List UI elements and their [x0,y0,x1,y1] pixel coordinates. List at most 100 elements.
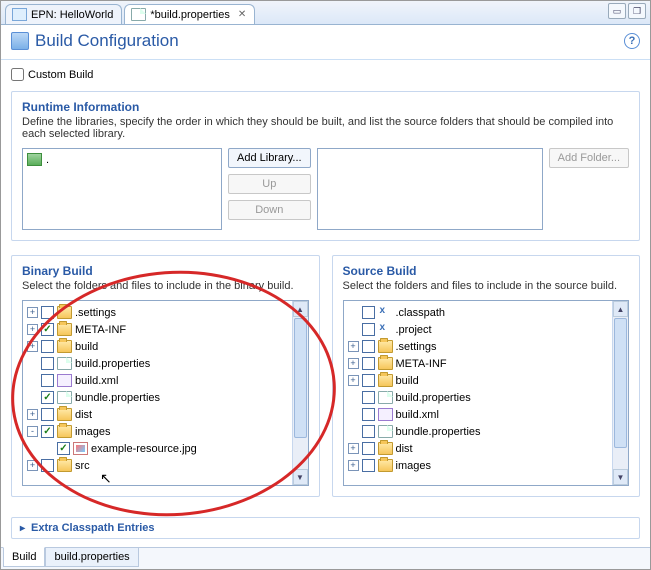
expand-icon[interactable]: + [348,341,359,352]
tree-checkbox[interactable] [362,425,375,438]
tree-checkbox[interactable] [362,306,375,319]
maximize-button[interactable]: ❐ [628,3,646,19]
scroll-up-button[interactable]: ▲ [613,301,628,317]
tree-checkbox[interactable] [41,391,54,404]
tree-item[interactable]: + .settings [25,304,290,321]
tree-checkbox[interactable] [362,374,375,387]
form-tab-build[interactable]: Build [3,547,45,567]
tree-checkbox[interactable] [362,357,375,370]
form-tab-build-properties[interactable]: build.properties [45,548,138,567]
tree-item[interactable]: + build [25,338,290,355]
folder-icon [378,374,393,387]
section-title: Extra Classpath Entries [31,522,155,534]
editor-tabstrip: EPN: HelloWorld *build.properties ✕ ▭ ❐ [1,1,650,25]
tree-item[interactable]: +dist [25,406,290,423]
tree-checkbox[interactable] [41,340,54,353]
collapse-icon[interactable]: - [27,426,38,437]
library-item[interactable]: . [27,153,217,166]
tree-checkbox[interactable] [362,391,375,404]
section-desc: Define the libraries, specify the order … [22,116,629,140]
xml-file-icon [57,374,72,387]
editor-tab-epn[interactable]: EPN: HelloWorld [5,4,122,24]
section-source-build: Source Build Select the folders and file… [332,255,641,497]
tree-item[interactable]: +META-INF [25,321,290,338]
help-icon[interactable]: ? [624,33,640,49]
library-list[interactable]: . [22,148,222,230]
binary-tree[interactable]: +.settings+META-INF+buildbuild.propertie… [23,301,292,485]
form-page-tabstrip: Build build.properties [1,547,650,569]
expand-icon[interactable]: + [348,460,359,471]
folder-list[interactable] [317,148,543,230]
scroll-down-button[interactable]: ▼ [613,469,628,485]
tree-item[interactable]: +src [25,457,290,474]
up-button[interactable]: Up [228,174,311,194]
tree-item[interactable]: +images [346,457,611,474]
section-title: Source Build [343,264,630,278]
tree-checkbox[interactable] [41,374,54,387]
folder-icon [57,408,72,421]
expand-icon[interactable]: + [27,409,38,420]
tree-item[interactable]: +.settings [346,338,611,355]
expand-icon[interactable]: + [27,307,38,318]
tree-checkbox[interactable] [57,442,70,455]
tree-item[interactable]: build.xml [25,372,290,389]
tree-checkbox[interactable] [41,459,54,472]
scroll-down-button[interactable]: ▼ [293,469,308,485]
scroll-thumb[interactable] [614,318,627,448]
section-desc: Select the folders and files to include … [22,280,309,292]
tree-item-label: example-resource.jpg [91,443,197,455]
expand-placeholder [348,324,359,335]
source-tree-wrap: .classpath.project+.settings+META-INF+bu… [343,300,630,486]
tree-checkbox[interactable] [41,306,54,319]
tree-item[interactable]: build.properties [25,355,290,372]
add-library-button[interactable]: Add Library... [228,148,311,168]
down-button[interactable]: Down [228,200,311,220]
tree-item[interactable]: build.properties [346,389,611,406]
tree-checkbox[interactable] [362,459,375,472]
tree-checkbox[interactable] [362,340,375,353]
tree-item[interactable]: +dist [346,440,611,457]
source-tree[interactable]: .classpath.project+.settings+META-INF+bu… [344,301,613,485]
add-folder-button[interactable]: Add Folder... [549,148,629,168]
tree-item[interactable]: bundle.properties [346,423,611,440]
expand-icon[interactable]: + [27,324,38,335]
tree-checkbox[interactable] [41,323,54,336]
scroll-thumb[interactable] [294,318,307,438]
tree-item[interactable]: +build [346,372,611,389]
scroll-up-button[interactable]: ▲ [293,301,308,317]
tree-item[interactable]: bundle.properties [25,389,290,406]
expand-icon[interactable]: + [27,460,38,471]
minimize-button[interactable]: ▭ [608,3,626,19]
tree-checkbox[interactable] [362,408,375,421]
tree-item[interactable]: example-resource.jpg [25,440,290,457]
scroll-track[interactable] [293,439,308,469]
close-icon[interactable]: ✕ [238,9,246,20]
tree-item[interactable]: build.xml [346,406,611,423]
expand-icon[interactable]: + [27,341,38,352]
tree-checkbox[interactable] [41,357,54,370]
image-file-icon [73,442,88,455]
tree-item[interactable]: .classpath [346,304,611,321]
tree-item[interactable]: +META-INF [346,355,611,372]
tree-item[interactable]: .project [346,321,611,338]
tree-checkbox[interactable] [362,323,375,336]
expand-icon[interactable]: + [348,375,359,386]
scrollbar[interactable]: ▲ ▼ [292,301,308,485]
section-extra-classpath[interactable]: ▸ Extra Classpath Entries [11,517,640,539]
library-icon [27,153,42,166]
tree-item-label: build [75,341,98,353]
expand-icon[interactable]: + [348,358,359,369]
tree-checkbox[interactable] [41,425,54,438]
tree-item-label: build.properties [396,392,471,404]
editor-tab-build-properties[interactable]: *build.properties ✕ [124,4,255,24]
page-title: Build Configuration [35,31,179,51]
expand-icon[interactable]: + [348,443,359,454]
tree-item-label: .settings [75,307,116,319]
scrollbar[interactable]: ▲ ▼ [612,301,628,485]
tree-checkbox[interactable] [41,408,54,421]
scroll-track[interactable] [613,449,628,469]
tree-item[interactable]: -images [25,423,290,440]
custom-build-checkbox[interactable] [11,68,24,81]
tree-checkbox[interactable] [362,442,375,455]
expand-placeholder [348,409,359,420]
